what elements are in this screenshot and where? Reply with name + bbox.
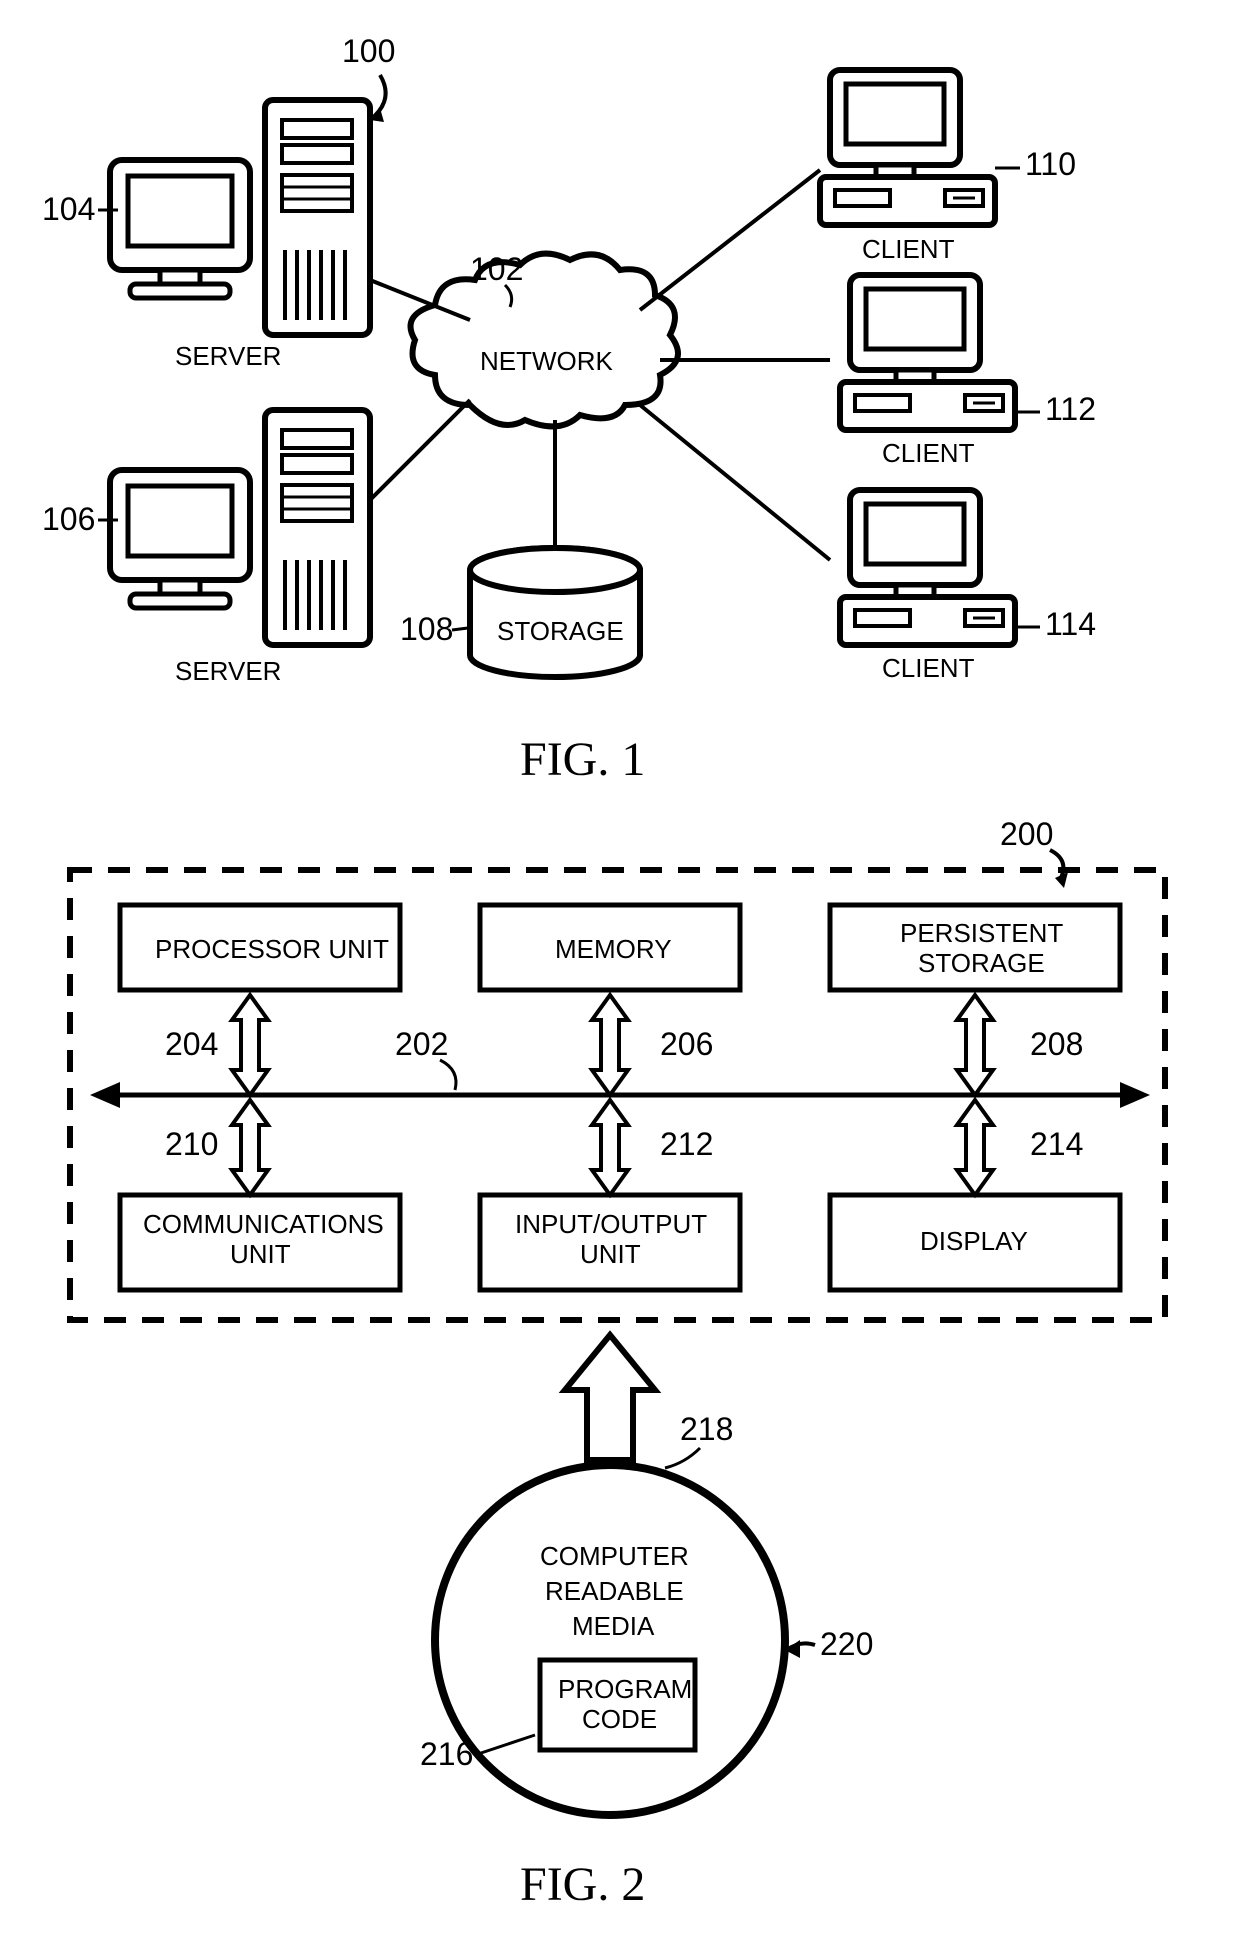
label-server-2: SERVER	[175, 656, 281, 686]
media-circle: COMPUTER READABLE MEDIA PROGRAM CODE	[435, 1465, 785, 1815]
ref-204: 204	[165, 1026, 218, 1062]
svg-text:MEDIA: MEDIA	[572, 1611, 655, 1641]
ref-218: 218	[680, 1411, 733, 1447]
svg-text:COMMUNICATIONS: COMMUNICATIONS	[143, 1209, 384, 1239]
server-104: SERVER	[110, 100, 370, 371]
label-server-1: SERVER	[175, 341, 281, 371]
ref-212: 212	[660, 1126, 713, 1162]
svg-text:STORAGE: STORAGE	[918, 948, 1045, 978]
ref-210: 210	[165, 1126, 218, 1162]
svg-text:UNIT: UNIT	[580, 1239, 641, 1269]
ref-200: 200	[1000, 816, 1053, 852]
label-storage: STORAGE	[497, 616, 624, 646]
svg-text:CODE: CODE	[582, 1704, 657, 1734]
svg-text:COMPUTER: COMPUTER	[540, 1541, 689, 1571]
ref-110: 110	[1025, 146, 1076, 182]
client-114: CLIENT	[840, 490, 1015, 683]
ref-104: 104	[42, 191, 95, 227]
ref-112: 112	[1045, 391, 1096, 427]
ref-100: 100	[342, 33, 395, 69]
block-memory: MEMORY	[480, 905, 740, 990]
client-110: CLIENT	[820, 70, 995, 264]
svg-text:PERSISTENT: PERSISTENT	[900, 918, 1063, 948]
block-persistent-storage: PERSISTENT STORAGE	[830, 905, 1120, 990]
block-processor: PROCESSOR UNIT	[120, 905, 400, 990]
svg-text:PROCESSOR UNIT: PROCESSOR UNIT	[155, 934, 389, 964]
label-client-3: CLIENT	[882, 653, 975, 683]
label-client-2: CLIENT	[882, 438, 975, 468]
ref-208: 208	[1030, 1026, 1083, 1062]
ref-108: 108	[400, 611, 453, 647]
ref-102: 102	[470, 251, 523, 287]
ref-214: 214	[1030, 1126, 1083, 1162]
block-communications: COMMUNICATIONS UNIT	[120, 1195, 400, 1290]
ref-216: 216	[420, 1736, 473, 1772]
svg-text:INPUT/OUTPUT: INPUT/OUTPUT	[515, 1209, 707, 1239]
ref-114: 114	[1045, 606, 1096, 642]
ref-220: 220	[820, 1626, 873, 1662]
media-arrow	[565, 1335, 655, 1460]
svg-text:PROGRAM: PROGRAM	[558, 1674, 692, 1704]
svg-text:UNIT: UNIT	[230, 1239, 291, 1269]
figure-1: 100 SERVER 104	[42, 33, 1096, 786]
client-112: CLIENT	[840, 275, 1015, 468]
svg-text:READABLE: READABLE	[545, 1576, 684, 1606]
ref-202: 202	[395, 1026, 448, 1062]
label-network: NETWORK	[480, 346, 614, 376]
svg-text:DISPLAY: DISPLAY	[920, 1226, 1028, 1256]
ref-206: 206	[660, 1026, 713, 1062]
block-io: INPUT/OUTPUT UNIT	[480, 1195, 740, 1290]
network-cloud: NETWORK	[411, 254, 679, 427]
storage-cylinder: STORAGE	[470, 548, 640, 677]
block-display: DISPLAY	[830, 1195, 1120, 1290]
fig1-title: FIG. 1	[520, 733, 645, 786]
figure-2: 200 PROCESSOR UNIT MEMORY PERSISTENT STO…	[70, 816, 1165, 1911]
label-client-1: CLIENT	[862, 234, 955, 264]
ref-106: 106	[42, 501, 95, 537]
svg-text:MEMORY: MEMORY	[555, 934, 672, 964]
server-106: SERVER	[110, 410, 370, 686]
fig2-title: FIG. 2	[520, 1858, 645, 1911]
